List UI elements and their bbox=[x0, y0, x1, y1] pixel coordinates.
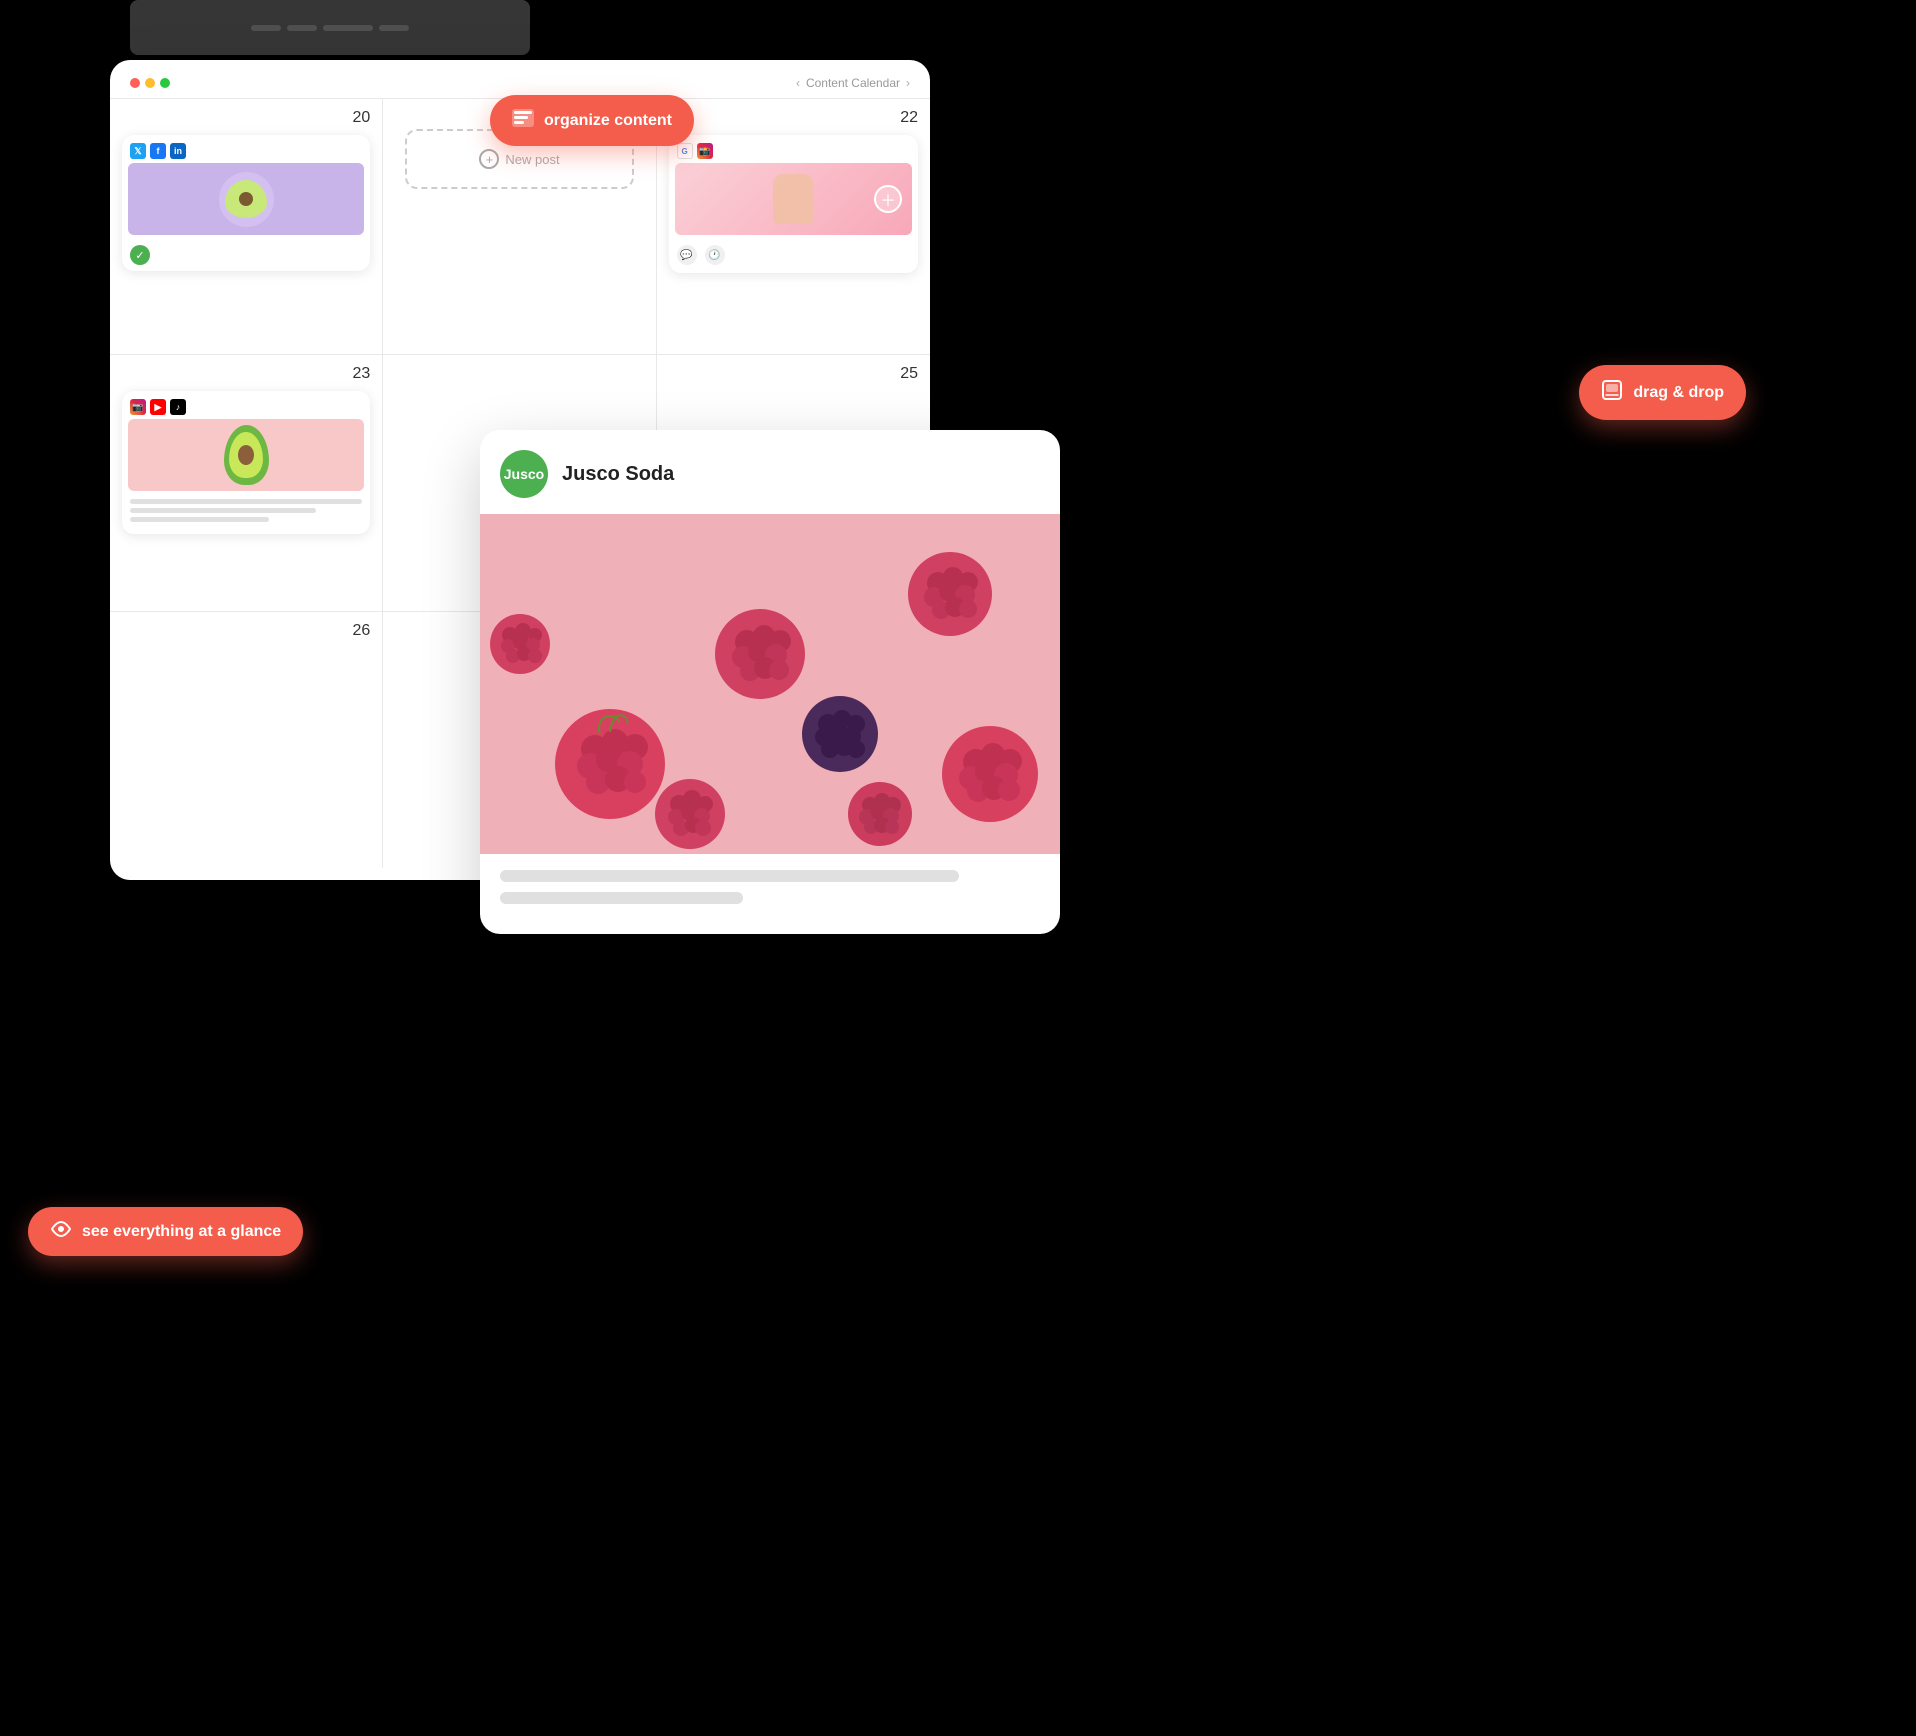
add-circle-icon: ＋ bbox=[874, 185, 902, 213]
post-card-social-icons-23: 📷 ▶ ♪ bbox=[122, 391, 370, 419]
post-detail-card[interactable]: Jusco Jusco Soda bbox=[480, 430, 1060, 934]
organize-icon bbox=[512, 109, 534, 132]
avocado-image bbox=[128, 419, 364, 491]
youtube-icon: ▶ bbox=[150, 399, 166, 415]
avocado-shape bbox=[224, 425, 269, 485]
calendar-cell-26: 26 bbox=[110, 612, 383, 868]
ghost-dash bbox=[287, 25, 317, 31]
dragdrop-label: drag & drop bbox=[1633, 384, 1724, 402]
add-overlay: ＋ bbox=[874, 185, 902, 213]
close-dot[interactable] bbox=[130, 78, 140, 88]
maximize-dot[interactable] bbox=[160, 78, 170, 88]
melon-image bbox=[128, 163, 364, 235]
text-line-3 bbox=[130, 517, 269, 522]
plus-icon: + bbox=[479, 149, 499, 169]
avocado-seed bbox=[238, 445, 254, 465]
avocado-inner bbox=[229, 432, 263, 478]
drag-icon bbox=[1601, 379, 1623, 406]
organize-label: organize content bbox=[544, 112, 672, 130]
next-arrow[interactable]: › bbox=[906, 76, 910, 90]
melon-inner bbox=[225, 180, 267, 218]
ghost-dash bbox=[251, 25, 281, 31]
glance-label: see everything at a glance bbox=[82, 1223, 281, 1241]
raspberry-illustration bbox=[480, 514, 1060, 854]
facebook-icon: f bbox=[150, 143, 166, 159]
linkedin-icon: in bbox=[170, 143, 186, 159]
comment-icon: 💬 bbox=[677, 245, 697, 265]
day-number-23: 23 bbox=[122, 365, 370, 383]
prev-arrow[interactable]: ‹ bbox=[796, 76, 800, 90]
melon-seed bbox=[239, 192, 253, 206]
day-number-25: 25 bbox=[669, 365, 918, 383]
card-footer-icons: 💬 🕐 bbox=[669, 241, 918, 273]
calendar-month-label: Content Calendar bbox=[806, 76, 900, 90]
post-detail-header: Jusco Jusco Soda bbox=[480, 430, 1060, 514]
post-card-melon[interactable]: 𝕏 f in ✓ bbox=[122, 135, 370, 271]
footer-line-1 bbox=[500, 870, 959, 882]
footer-line-2 bbox=[500, 892, 743, 904]
twitter-icon: 𝕏 bbox=[130, 143, 146, 159]
calendar-header: ‹ Content Calendar › bbox=[110, 60, 930, 98]
google-icon: G bbox=[677, 143, 693, 159]
instagram-icon-23: 📷 bbox=[130, 399, 146, 415]
post-card-avocado[interactable]: 📷 ▶ ♪ bbox=[122, 391, 370, 534]
instagram-icon: 📸 bbox=[697, 143, 713, 159]
post-card-check: ✓ bbox=[122, 241, 370, 271]
day-number-22: 22 bbox=[669, 109, 918, 127]
ghost-dash bbox=[379, 25, 409, 31]
day-number-20: 20 bbox=[122, 109, 370, 127]
brand-name: Jusco Soda bbox=[562, 463, 674, 486]
brand-avatar: Jusco bbox=[500, 450, 548, 498]
text-line-2 bbox=[130, 508, 316, 513]
melon-outer bbox=[219, 172, 274, 227]
hand-shape bbox=[773, 174, 813, 224]
ghost-dash bbox=[323, 25, 373, 31]
new-post-label: New post bbox=[505, 152, 559, 167]
calendar-cell-20: 20 𝕏 f in ✓ bbox=[110, 99, 383, 355]
calendar-top-decoration bbox=[130, 0, 530, 55]
minimize-dot[interactable] bbox=[145, 78, 155, 88]
calendar-cell-23: 23 📷 ▶ ♪ bbox=[110, 355, 383, 611]
glance-badge: see everything at a glance bbox=[28, 1207, 303, 1256]
eye-icon bbox=[50, 1221, 72, 1242]
day-number-26: 26 bbox=[122, 622, 370, 640]
post-card-social-icons: 𝕏 f in bbox=[122, 135, 370, 163]
text-line-1 bbox=[130, 499, 362, 504]
drag-drop-badge: drag & drop bbox=[1579, 365, 1746, 420]
brand-avatar-text: Jusco bbox=[504, 466, 544, 482]
post-detail-footer bbox=[480, 854, 1060, 934]
organize-content-badge: organize content bbox=[490, 95, 694, 146]
post-card-pink[interactable]: G 📸 ＋ 💬 🕐 bbox=[669, 135, 918, 273]
window-controls bbox=[130, 78, 170, 88]
post-detail-image bbox=[480, 514, 1060, 854]
calendar-cell-22: 22 G 📸 ＋ 💬 🕐 bbox=[657, 99, 930, 355]
check-icon: ✓ bbox=[130, 245, 150, 265]
calendar-nav: ‹ Content Calendar › bbox=[796, 76, 910, 90]
post-text-lines bbox=[122, 495, 370, 534]
pink-hand-image: ＋ bbox=[675, 163, 912, 235]
post-card-social-icons-22: G 📸 bbox=[669, 135, 918, 163]
clock-icon: 🕐 bbox=[705, 245, 725, 265]
tiktok-icon: ♪ bbox=[170, 399, 186, 415]
